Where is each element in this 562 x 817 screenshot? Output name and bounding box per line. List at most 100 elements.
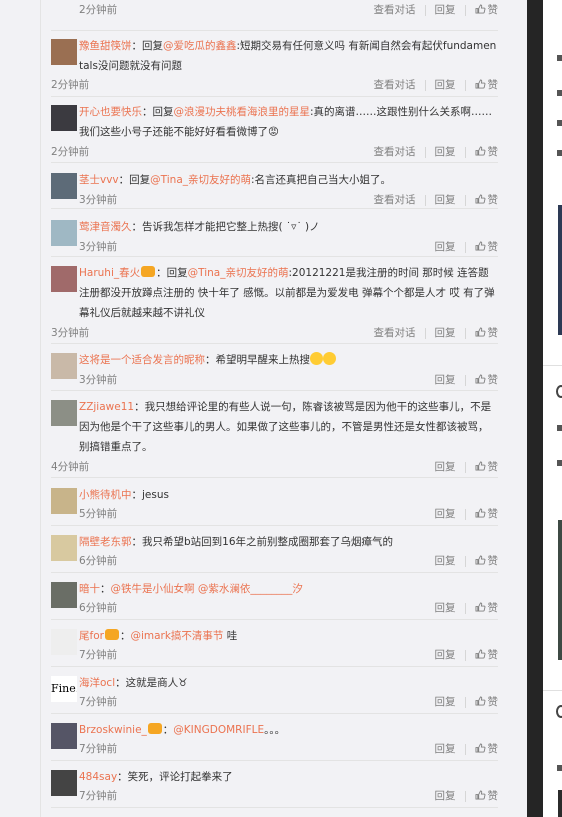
comment-item: 尾for ：@imark搞不清事节 哇 7分钟前 回复 赞 xyxy=(51,626,498,667)
username-link[interactable]: ZZjiawe11 xyxy=(79,401,134,413)
avatar[interactable] xyxy=(51,488,77,514)
mention-link[interactable]: @Tina_亲切友好的萌 xyxy=(150,174,251,186)
reply-button[interactable]: 回复 xyxy=(435,647,456,662)
username-link[interactable]: 暗十 xyxy=(79,583,100,595)
comment-time: 3分钟前 xyxy=(79,374,118,386)
like-button[interactable]: 赞 xyxy=(475,459,498,474)
reply-button[interactable]: 回复 xyxy=(435,192,456,207)
username-link[interactable]: 茎士vvv xyxy=(79,174,119,186)
avatar[interactable] xyxy=(51,770,77,796)
avatar[interactable] xyxy=(51,400,77,426)
comment-time: 2分钟前 xyxy=(79,4,118,16)
right-feed-edge xyxy=(543,0,562,817)
username-link[interactable]: 莺津音濁久 xyxy=(79,221,132,233)
like-button[interactable]: 赞 xyxy=(475,506,498,521)
divider xyxy=(543,365,562,366)
reply-button[interactable]: 回复 xyxy=(435,694,456,709)
comment-text: Brzoskwinie_ ：@KINGDOMRIFLE。。。 xyxy=(79,723,286,736)
username-link[interactable]: Brzoskwinie_ xyxy=(79,724,147,736)
reply-prefix: 回复 xyxy=(142,40,163,52)
like-button[interactable]: 赞 xyxy=(475,2,498,17)
comment-actions: 回复 赞 xyxy=(435,459,499,474)
like-button[interactable]: 赞 xyxy=(475,647,498,662)
like-button[interactable]: 赞 xyxy=(475,788,498,803)
reply-button[interactable]: 回复 xyxy=(435,77,456,92)
avatar[interactable] xyxy=(51,39,77,65)
reply-button[interactable]: 回复 xyxy=(435,239,456,254)
view-conversation-link[interactable]: 查看对话 xyxy=(374,144,416,159)
comment-text: 暗十：@铁牛是小仙女啊 @紫水澜依________汐 xyxy=(79,583,303,595)
comment-actions: 查看对话 回复 赞 xyxy=(374,2,499,17)
like-button[interactable]: 赞 xyxy=(475,239,498,254)
comment-text: 茎士vvv：回复@Tina_亲切友好的萌:名言还真把自己当大小姐了。 xyxy=(79,174,392,186)
reply-button[interactable]: 回复 xyxy=(435,506,456,521)
like-button[interactable]: 赞 xyxy=(475,77,499,92)
like-button[interactable]: 赞 xyxy=(475,600,498,615)
avatar[interactable] xyxy=(51,266,77,292)
scroll-track[interactable] xyxy=(527,0,543,817)
reply-button[interactable]: 回复 xyxy=(435,2,456,17)
username-link[interactable]: 豫鱼甜筷饼 xyxy=(79,40,132,52)
view-conversation-link[interactable]: 查看对话 xyxy=(374,77,416,92)
avatar[interactable] xyxy=(556,705,562,718)
mention-link[interactable]: @爱吃瓜的鑫鑫 xyxy=(163,40,237,52)
mention-link[interactable]: @Tina_亲切友好的萌 xyxy=(188,267,289,279)
reply-button[interactable]: 回复 xyxy=(435,372,456,387)
username-link[interactable]: 这将是一个适合发言的昵称 xyxy=(79,354,205,366)
reply-button[interactable]: 回复 xyxy=(435,144,456,159)
comment-text: 小熊待机中：jesus xyxy=(79,489,169,501)
reply-button[interactable]: 回复 xyxy=(435,600,456,615)
comment-actions: 回复 赞 xyxy=(435,788,499,803)
mention-link[interactable]: @KINGDOMRIFLE xyxy=(173,724,264,736)
avatar[interactable] xyxy=(51,173,77,199)
divider xyxy=(424,79,426,91)
avatar[interactable]: Fine. xyxy=(51,676,77,702)
reply-button[interactable]: 回复 xyxy=(435,741,456,756)
like-button[interactable]: 赞 xyxy=(475,741,498,756)
avatar[interactable] xyxy=(51,629,77,655)
text-fragment xyxy=(557,90,562,96)
like-button[interactable]: 赞 xyxy=(475,694,498,709)
like-button[interactable]: 赞 xyxy=(475,553,498,568)
comment-text: 开心也要快乐：回复@浪漫功夫桃看海浪里的星星:真的离谱……这跟性别什么关系啊……… xyxy=(79,106,493,138)
username-link[interactable]: 尾for xyxy=(79,630,104,642)
view-conversation-link[interactable]: 查看对话 xyxy=(374,192,416,207)
avatar[interactable] xyxy=(51,105,77,131)
divider xyxy=(464,4,466,16)
view-conversation-link[interactable]: 查看对话 xyxy=(374,2,416,17)
mention-link[interactable]: @浪漫功夫桃看海浪里的星星 xyxy=(174,106,311,118)
divider xyxy=(464,194,466,206)
avatar[interactable] xyxy=(556,385,562,398)
like-label: 赞 xyxy=(487,79,499,91)
mention-link[interactable]: @imark搞不清事节 xyxy=(130,630,223,642)
comment-item: 豫鱼甜筷饼：回复@爱吃瓜的鑫鑫:短期交易有任何意义吗 有新闻自然会有起伏fund… xyxy=(51,36,498,97)
avatar[interactable] xyxy=(51,353,77,379)
thumbs-up-icon xyxy=(475,508,485,518)
avatar[interactable] xyxy=(51,220,77,246)
like-button[interactable]: 赞 xyxy=(475,144,498,159)
username-link[interactable]: 484say xyxy=(79,771,117,783)
avatar[interactable] xyxy=(51,582,77,608)
feed-image[interactable] xyxy=(558,205,562,335)
mention-link[interactable]: @铁牛是小仙女啊 @紫水澜依________汐 xyxy=(111,583,303,595)
divider xyxy=(424,146,426,158)
reply-button[interactable]: 回复 xyxy=(435,553,456,568)
feed-image[interactable] xyxy=(558,520,562,660)
username-link[interactable]: 海洋ocl xyxy=(79,677,115,689)
like-button[interactable]: 赞 xyxy=(475,192,498,207)
avatar[interactable] xyxy=(51,723,77,749)
comment-time: 7分钟前 xyxy=(79,743,118,755)
username-link[interactable]: 开心也要快乐 xyxy=(79,106,142,118)
like-button[interactable]: 赞 xyxy=(475,325,498,340)
view-conversation-link[interactable]: 查看对话 xyxy=(374,325,416,340)
username-link[interactable]: 小熊待机中 xyxy=(79,489,132,501)
feed-image[interactable] xyxy=(558,790,562,817)
reply-button[interactable]: 回复 xyxy=(435,325,456,340)
reply-button[interactable]: 回复 xyxy=(435,459,456,474)
like-button[interactable]: 赞 xyxy=(475,372,498,387)
username-link[interactable]: Haruhi_春火 xyxy=(79,267,140,279)
divider xyxy=(424,327,426,339)
username-link[interactable]: 隔壁老东郭 xyxy=(79,536,132,548)
reply-button[interactable]: 回复 xyxy=(435,788,456,803)
avatar[interactable] xyxy=(51,535,77,561)
